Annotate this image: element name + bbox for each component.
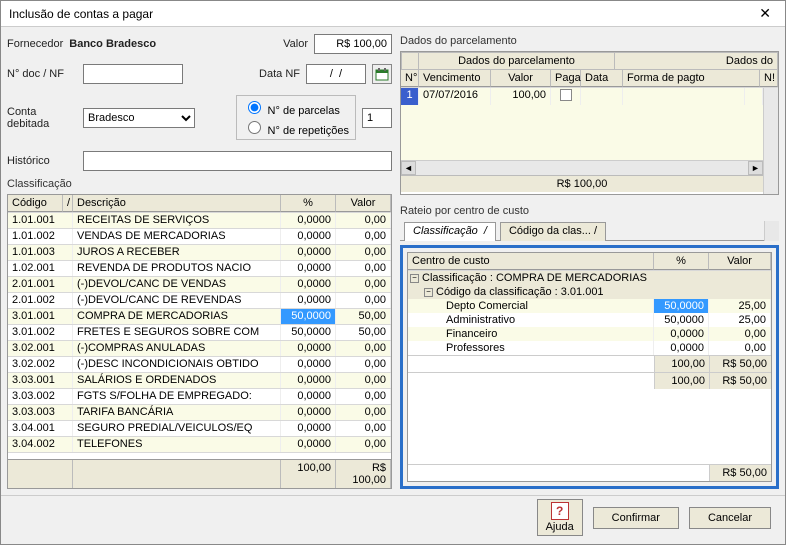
table-row[interactable]: 107/07/2016100,00 (401, 88, 763, 105)
pcol-paga[interactable]: Paga (551, 70, 581, 87)
rateio-group2[interactable]: − Código da classificação : 3.01.001 (408, 285, 771, 299)
table-row[interactable]: 3.04.001SEGURO PREDIAL/VEICULOS/EQ0,0000… (8, 421, 391, 437)
window-title: Inclusão de contas a pagar (9, 7, 153, 21)
rcol-valor[interactable]: Valor (709, 253, 771, 270)
pcol-valor[interactable]: Valor (491, 70, 551, 87)
datanf-label: Data NF (259, 68, 300, 80)
historico-input[interactable] (83, 151, 392, 171)
valor-input[interactable] (314, 34, 392, 54)
col-sort[interactable]: / (63, 195, 73, 212)
table-row[interactable]: 3.01.001COMPRA DE MERCADORIAS50,000050,0… (8, 309, 391, 325)
collapse-icon[interactable]: − (424, 288, 433, 297)
parcel-total: R$ 100,00 (401, 175, 763, 192)
confirmar-button[interactable]: Confirmar (593, 507, 679, 529)
pcol-extra[interactable]: N! (760, 70, 778, 87)
table-row[interactable]: 1.01.002VENDAS DE MERCADORIAS0,00000,00 (8, 229, 391, 245)
fornecedor-label: Fornecedor (7, 38, 63, 50)
col-valor[interactable]: Valor (336, 195, 391, 212)
class-foot-valor: R$ 100,00 (336, 460, 391, 488)
parcelamento-title: Dados do parcelamento (400, 35, 779, 47)
pcol-venc[interactable]: Vencimento (419, 70, 491, 87)
rateio-vscroll-top[interactable] (764, 221, 779, 241)
table-row[interactable]: 3.03.002FGTS S/FOLHA DE EMPREGADO:0,0000… (8, 389, 391, 405)
ndoc-label: N° doc / NF (7, 68, 77, 80)
historico-label: Histórico (7, 155, 77, 167)
close-icon[interactable]: ✕ (753, 5, 777, 22)
col-descricao[interactable]: Descrição (73, 195, 281, 212)
conta-select[interactable]: Bradesco (83, 108, 195, 128)
rateio-group1[interactable]: − Classificação : COMPRA DE MERCADORIAS (408, 271, 771, 285)
help-icon: ? (551, 502, 569, 520)
classificacao-title: Classificação (7, 178, 392, 190)
table-row[interactable]: 1.01.003JUROS A RECEBER0,00000,00 (8, 245, 391, 261)
parcel-vscroll[interactable] (763, 88, 778, 194)
list-item[interactable]: Financeiro0,00000,00 (408, 327, 771, 341)
pcol-data[interactable]: Data (581, 70, 623, 87)
table-row[interactable]: 3.03.001SALÁRIOS E ORDENADOS0,00000,00 (8, 373, 391, 389)
list-item[interactable]: Administrativo50,000025,00 (408, 313, 771, 327)
table-row[interactable]: 2.01.001(-)DEVOL/CANC DE VENDAS0,00000,0… (8, 277, 391, 293)
classificacao-grid[interactable]: Código / Descrição % Valor 1.01.001RECEI… (7, 194, 392, 489)
datanf-input[interactable] (306, 64, 366, 84)
ndoc-input[interactable] (83, 64, 183, 84)
table-row[interactable]: 3.02.001(-)COMPRAS ANULADAS0,00000,00 (8, 341, 391, 357)
rateio-title: Rateio por centro de custo (400, 205, 779, 217)
parcelamento-grid[interactable]: Dados do parcelamento Dados do N° Vencim… (400, 51, 779, 195)
table-row[interactable]: 3.01.002FRETES E SEGUROS SOBRE COM50,000… (8, 325, 391, 341)
table-row[interactable]: 2.01.002(-)DEVOL/CANC DE REVENDAS0,00000… (8, 293, 391, 309)
table-row[interactable]: 3.04.002TELEFONES0,00000,00 (8, 437, 391, 453)
table-row[interactable]: 3.03.003TARIFA BANCÁRIA0,00000,00 (8, 405, 391, 421)
rcol-percent[interactable]: % (654, 253, 709, 270)
class-foot-percent: 100,00 (281, 460, 336, 488)
parcelas-group: N° de parcelas N° de repetições (236, 95, 356, 140)
radio-repeticoes[interactable]: N° de repetições (243, 118, 349, 137)
table-row[interactable]: 3.02.002(-)DESC INCONDICIONAIS OBTIDO0,0… (8, 357, 391, 373)
parcel-hscroll[interactable]: ◄► (401, 160, 763, 175)
ajuda-button[interactable]: ? Ajuda (537, 499, 583, 536)
table-row[interactable]: 1.02.001REVENDA DE PRODUTOS NACIO0,00000… (8, 261, 391, 277)
list-item[interactable]: Depto Comercial50,000025,00 (408, 299, 771, 313)
pcol-n[interactable]: N° (401, 70, 419, 87)
valor-label: Valor (283, 38, 308, 50)
table-row[interactable]: 1.01.001RECEITAS DE SERVIÇOS0,00000,00 (8, 213, 391, 229)
parcelas-input[interactable] (362, 108, 392, 128)
rcol-cc[interactable]: Centro de custo (408, 253, 654, 270)
rateio-box: Centro de custo % Valor − Classificação … (400, 245, 779, 489)
conta-label: Conta debitada (7, 106, 77, 130)
cancelar-button[interactable]: Cancelar (689, 507, 771, 529)
radio-parcelas[interactable]: N° de parcelas (243, 98, 349, 117)
collapse-icon[interactable]: − (410, 274, 419, 283)
col-codigo[interactable]: Código (8, 195, 63, 212)
calendar-icon[interactable] (372, 64, 392, 84)
tab-classificacao[interactable]: Classificação / (404, 222, 496, 241)
tab-codigo[interactable]: Código da clas... / (500, 222, 606, 241)
fornecedor-value: Banco Bradesco (69, 38, 156, 50)
checkbox[interactable] (560, 89, 572, 101)
list-item[interactable]: Professores0,00000,00 (408, 341, 771, 355)
pcol-forma[interactable]: Forma de pagto (623, 70, 760, 87)
col-percent[interactable]: % (281, 195, 336, 212)
titlebar: Inclusão de contas a pagar ✕ (1, 1, 785, 27)
